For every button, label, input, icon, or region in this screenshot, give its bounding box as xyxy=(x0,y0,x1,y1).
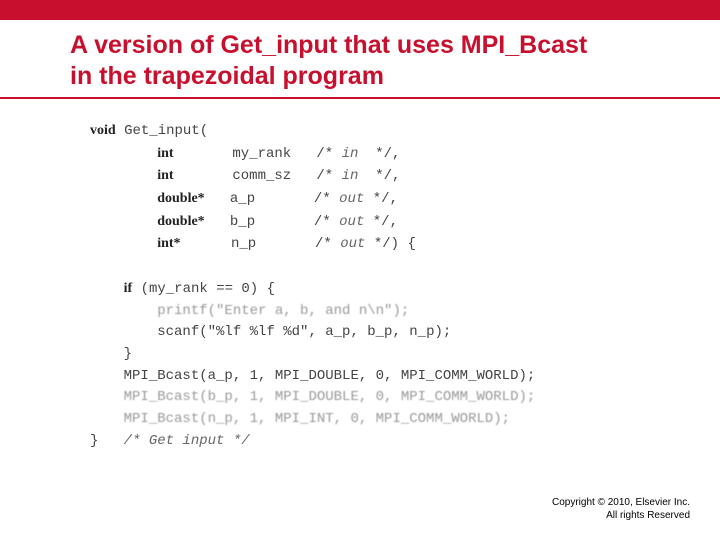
close-brace: } xyxy=(124,346,132,362)
bcast-line: MPI_Bcast(n_p, 1, MPI_INT, 0, MPI_COMM_W… xyxy=(90,409,660,431)
title-line-2: in the trapezoidal program xyxy=(70,62,384,90)
bcast2: MPI_Bcast(b_p, 1, MPI_DOUBLE, 0, MPI_COM… xyxy=(124,389,536,405)
param-type: int xyxy=(157,146,173,161)
end-brace: } xyxy=(90,433,98,449)
param-row: double* b_p /* out */, xyxy=(90,211,660,234)
slide-title-block: A version of Get_input that uses MPI_Bca… xyxy=(70,30,680,93)
param-name: comm_sz xyxy=(232,168,291,184)
title-underline xyxy=(0,97,720,99)
close-if: } xyxy=(90,344,660,366)
bcast1: MPI_Bcast(a_p, 1, MPI_DOUBLE, 0, MPI_COM… xyxy=(124,368,536,384)
param-tail: */, xyxy=(375,146,400,162)
param-tail: */, xyxy=(373,214,398,230)
param-row: int* n_p /* out */) { xyxy=(90,233,660,256)
bcast3: MPI_Bcast(n_p, 1, MPI_INT, 0, MPI_COMM_W… xyxy=(124,411,510,427)
footer-line-1: Copyright © 2010, Elsevier Inc. xyxy=(552,496,690,509)
param-type: double* xyxy=(157,191,204,206)
param-name: my_rank xyxy=(232,146,291,162)
param-dir: out xyxy=(340,236,365,252)
scanf-line: scanf("%lf %lf %d", a_p, b_p, n_p); xyxy=(90,322,660,344)
kw-if: if xyxy=(124,281,133,296)
fn-signature: void Get_input( xyxy=(90,120,660,143)
slide-title: A version of Get_input that uses MPI_Bca… xyxy=(70,30,680,93)
title-line-1: A version of Get_input that uses MPI_Bca… xyxy=(70,31,587,59)
param-row: int comm_sz /* in */, xyxy=(90,165,660,188)
param-dir: out xyxy=(339,214,364,230)
param-dir: in xyxy=(342,146,359,162)
end-comment: /* Get input */ xyxy=(124,433,250,449)
param-type: double* xyxy=(157,214,204,229)
header-accent-bar xyxy=(0,0,720,20)
bcast-line: MPI_Bcast(a_p, 1, MPI_DOUBLE, 0, MPI_COM… xyxy=(90,366,660,388)
param-dir: out xyxy=(339,191,364,207)
if-cond: (my_rank == 0) { xyxy=(141,281,275,297)
param-name: b_p xyxy=(230,214,255,230)
printf: printf("Enter a, b, and n\n"); xyxy=(157,303,409,319)
code-block: void Get_input( int my_rank /* in */, in… xyxy=(90,120,660,452)
param-name: n_p xyxy=(231,236,256,252)
copyright-footer: Copyright © 2010, Elsevier Inc. All righ… xyxy=(552,496,690,522)
bcast-line: MPI_Bcast(b_p, 1, MPI_DOUBLE, 0, MPI_COM… xyxy=(90,387,660,409)
param-dir: in xyxy=(342,168,359,184)
param-tail: */, xyxy=(375,168,400,184)
param-row: int my_rank /* in */, xyxy=(90,143,660,166)
param-tail: */, xyxy=(373,191,398,207)
printf-line: printf("Enter a, b, and n\n"); xyxy=(90,301,660,323)
param-type: int xyxy=(157,168,173,183)
fn-name: Get_input( xyxy=(124,123,208,139)
footer-line-2: All rights Reserved xyxy=(552,509,690,522)
param-name: a_p xyxy=(230,191,255,207)
param-type: int* xyxy=(157,236,180,251)
scanf: scanf("%lf %lf %d", a_p, b_p, n_p); xyxy=(157,324,451,340)
if-line: if (my_rank == 0) { xyxy=(90,278,660,301)
param-row: double* a_p /* out */, xyxy=(90,188,660,211)
fn-end: } /* Get input */ xyxy=(90,431,660,453)
param-tail: */) { xyxy=(374,236,416,252)
kw-void: void xyxy=(90,123,116,138)
blank-row xyxy=(90,256,660,278)
